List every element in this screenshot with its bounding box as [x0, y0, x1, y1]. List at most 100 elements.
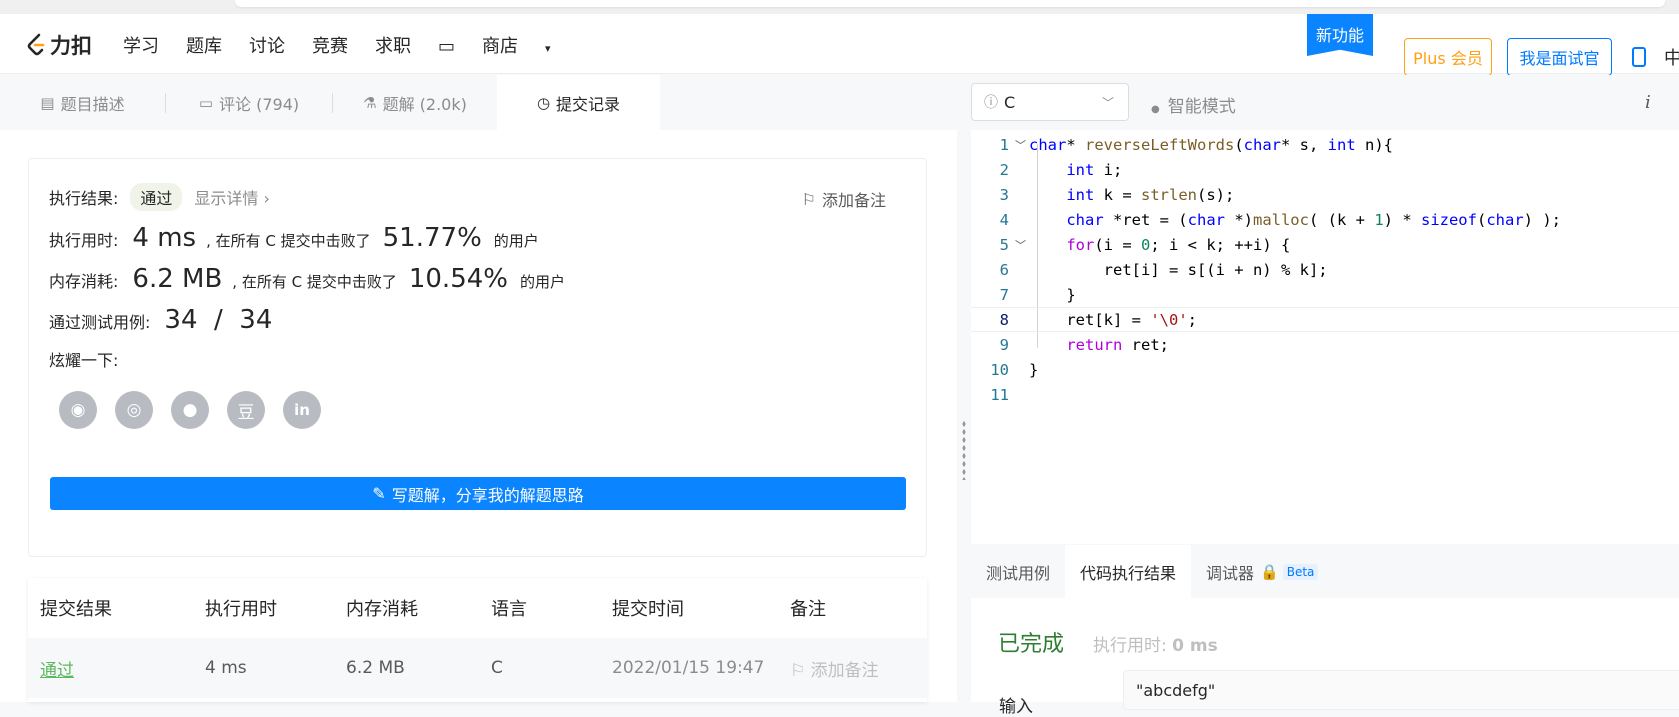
nav-item-discuss[interactable]: 讨论 [249, 32, 285, 58]
tab-debugger[interactable]: 调试器 🔒 Beta [1191, 545, 1333, 598]
nav-item-contest[interactable]: 竞赛 [312, 32, 348, 58]
flag-icon: ⚐ [790, 660, 811, 681]
exec-time-label: 执行用时: [1093, 636, 1167, 656]
line-number: 8 [999, 310, 1009, 329]
nav-items: 学习 题库 讨论 竞赛 求职 ▭ 商店 ▾ [123, 32, 605, 58]
add-note-label: 添加备注 [821, 191, 886, 210]
language-switch[interactable]: 中 [1664, 44, 1679, 70]
show-detail-label: 显示详情 [194, 189, 259, 208]
code-line: 6 ret[i] = s[(i + n) % k]; [971, 257, 1679, 282]
linkedin-icon[interactable]: in [283, 391, 321, 429]
plus-member-button[interactable]: Plus 会员 [1404, 38, 1492, 76]
tab-solutions[interactable]: ⚗ 题解 (2.0k) [333, 75, 497, 130]
write-solution-button[interactable]: ✎ 写题解，分享我的解题思路 [50, 477, 906, 510]
input-value-box: "abcdefg" [1123, 670, 1679, 710]
fold-chevron-icon[interactable]: ﹀ [1015, 237, 1029, 253]
nav-item-shop[interactable]: ▭ 商店 ▾ [438, 32, 578, 58]
tab-testcase[interactable]: 测试用例 [971, 545, 1065, 598]
code-line: 3 int k = strlen(s); [971, 182, 1679, 207]
memory-label: 内存消耗: [49, 272, 119, 291]
dot-icon: ● [1151, 104, 1160, 115]
header-submit-time: 提交时间 [612, 599, 684, 620]
memory-row: 内存消耗: 6.2 MB , 在所有 C 提交中击败了 10.54% 的用户 [49, 264, 565, 294]
testcases-label: 通过测试用例: [49, 313, 151, 332]
code-line-current: 8 ret[k] = '\0'; [971, 307, 1679, 332]
code-line: 1 ﹀ char* reverseLeftWords(char* s, int n)… [971, 132, 1679, 157]
tab-run-result[interactable]: 代码执行结果 [1065, 545, 1192, 598]
wechat-icon[interactable]: ◉ [59, 391, 97, 429]
show-detail-link[interactable]: 显示详情 › [194, 185, 270, 209]
exec-time-value: 0 ms [1172, 636, 1218, 656]
runtime-value: 4 ms [132, 223, 197, 253]
interviewer-button[interactable]: 我是面试官 [1507, 38, 1612, 76]
flask-icon: ⚗ [363, 93, 377, 112]
pane-resizer[interactable] [957, 75, 971, 702]
line-number: 9 [999, 335, 1009, 354]
smart-mode-toggle[interactable]: ● 智能模式 [1151, 92, 1236, 117]
line-number: 6 [999, 260, 1009, 279]
nav-item-learn[interactable]: 学习 [123, 32, 159, 58]
line-number: 7 [999, 285, 1009, 304]
language-select-value: C [1004, 92, 1016, 112]
tab-submissions-label: 提交记录 [556, 94, 621, 114]
line-number: 5 [999, 235, 1009, 254]
tab-solutions-label: 题解 (2.0k) [382, 94, 467, 114]
info-icon[interactable]: i [1645, 92, 1651, 113]
nav-item-problems[interactable]: 题库 [186, 32, 222, 58]
code-editor[interactable]: 1 ﹀ char* reverseLeftWords(char* s, int n)… [971, 130, 1679, 544]
tab-description[interactable]: ▤ 题目描述 [0, 75, 165, 130]
tab-comments[interactable]: ▭ 评论 (794) [166, 75, 332, 130]
new-feature-badge[interactable]: 新功能 [1307, 14, 1373, 56]
runtime-percentile: 51.77% [382, 223, 482, 253]
tab-debugger-label: 调试器 [1206, 563, 1255, 583]
line-number: 10 [990, 360, 1009, 379]
leetcode-logo[interactable]: 力扣 [26, 30, 92, 60]
top-bar [235, 0, 1665, 7]
code-line: 10} [971, 357, 1679, 382]
row-add-note-label: 添加备注 [810, 660, 879, 681]
console-tabs: 测试用例 代码执行结果 调试器 🔒 Beta [971, 545, 1679, 598]
exec-result-label: 执行结果: [49, 189, 119, 208]
tab-description-label: 题目描述 [60, 94, 125, 114]
drag-handle-icon[interactable] [962, 420, 966, 480]
row-submit-time: 2022/01/15 19:47 [612, 658, 765, 678]
result-card: 执行结果: 通过 显示详情 › ⚐ 添加备注 执行用时: 4 ms , 在所有 C… [28, 158, 927, 557]
row-language: C [491, 658, 503, 678]
share-label: 炫耀一下: [49, 351, 119, 370]
memory-value: 6.2 MB [132, 264, 223, 294]
add-note-button[interactable]: ⚐ 添加备注 [802, 187, 886, 211]
douban-icon[interactable]: 豆 [227, 391, 265, 429]
fold-chevron-icon[interactable]: ﹀ [1015, 137, 1029, 153]
pencil-icon: ✎ [372, 484, 386, 503]
clock-icon: ◷ [536, 93, 551, 112]
weibo-icon[interactable]: ◎ [115, 391, 153, 429]
code-line: 5 ﹀ for(i = 0; i < k; ++i) { [971, 232, 1679, 257]
runtime-beat-text: , 在所有 C 提交中击败了 [206, 232, 371, 250]
comment-icon: ▭ [198, 93, 214, 112]
code-line: 7 } [971, 282, 1679, 307]
tab-submissions[interactable]: ◷ 提交记录 [497, 75, 660, 130]
qq-icon[interactable]: ● [171, 391, 209, 429]
code-line: 2 int i; [971, 157, 1679, 182]
console-body: 已完成 执行用时: 0 ms 输入 "abcdefg" [971, 598, 1679, 717]
row-result-link[interactable]: 通过 [40, 656, 74, 681]
submission-pane: 执行结果: 通过 显示详情 › ⚐ 添加备注 执行用时: 4 ms , 在所有 C… [0, 130, 957, 702]
status-badge: 通过 [130, 183, 183, 211]
mobile-icon[interactable] [1632, 47, 1646, 67]
beta-badge: Beta [1282, 563, 1319, 580]
runtime-users-text: 的用户 [493, 232, 539, 250]
top-navbar: 力扣 学习 题库 讨论 竞赛 求职 ▭ 商店 ▾ 新功能 Plus 会员 我是面试官… [0, 14, 1679, 76]
write-solution-label: 写题解，分享我的解题思路 [391, 485, 584, 505]
language-select[interactable]: ⓘ C ﹀ [971, 83, 1129, 121]
row-add-note-button[interactable]: ⚐ 添加备注 [790, 656, 879, 681]
info-circle-icon: ⓘ [984, 95, 998, 111]
line-number: 1 [999, 135, 1009, 154]
table-row[interactable]: 通过 4 ms 6.2 MB C 2022/01/15 19:47 ⚐ 添加备注 [28, 638, 927, 698]
problem-tabs: ▤ 题目描述 ▭ 评论 (794) ⚗ 题解 (2.0k) ◷ 提交记录 [0, 75, 957, 130]
smart-mode-label: 智能模式 [1167, 97, 1236, 117]
flag-icon: ⚐ [801, 189, 816, 209]
browser-top-strip [0, 0, 1679, 14]
caret-down-icon: ▾ [545, 42, 551, 55]
nav-item-jobs[interactable]: 求职 [375, 32, 411, 58]
input-label: 输入 [999, 697, 1033, 717]
